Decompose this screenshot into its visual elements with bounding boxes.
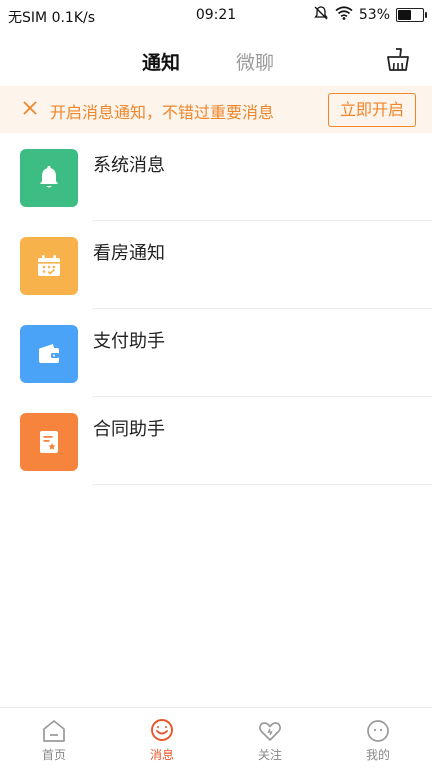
status-bar: 无SIM 0.1K/s 09:21 53%	[0, 0, 432, 30]
tab-notice[interactable]: 通知	[142, 48, 180, 75]
battery-fill	[398, 10, 411, 20]
list-item-payment[interactable]: 支付助手	[0, 309, 432, 397]
list-item-label: 看房通知	[93, 243, 165, 264]
bottom-nav: 首页 消息 关注 我的	[0, 707, 432, 768]
notification-banner: 开启消息通知，不错过重要消息 立即开启	[0, 86, 432, 133]
bell-icon	[20, 149, 78, 207]
close-icon[interactable]	[20, 98, 40, 118]
battery-percent: 53%	[358, 7, 390, 23]
wifi-icon	[335, 6, 353, 24]
nav-home[interactable]: 首页	[0, 708, 108, 768]
message-icon	[149, 718, 175, 744]
nav-label: 消息	[149, 748, 174, 762]
broom-icon[interactable]	[384, 46, 412, 74]
nav-label: 我的	[365, 748, 390, 762]
battery-icon	[396, 8, 427, 22]
tab-chat[interactable]: 微聊	[236, 48, 274, 75]
profile-icon	[365, 718, 391, 744]
list-item-viewing[interactable]: 看房通知	[0, 221, 432, 309]
list-item-label: 支付助手	[93, 331, 165, 352]
list-item-contract[interactable]: 合同助手	[0, 397, 432, 485]
message-list: 系统消息 看房通知 支付助手 合同助手	[0, 133, 432, 485]
divider	[92, 484, 432, 485]
status-right: 53%	[313, 5, 427, 25]
list-item-system[interactable]: 系统消息	[0, 133, 432, 221]
nav-messages[interactable]: 消息	[108, 708, 216, 768]
heart-icon	[257, 718, 283, 744]
list-item-label: 系统消息	[93, 155, 165, 176]
calendar-icon	[20, 237, 78, 295]
mute-icon	[313, 5, 329, 25]
banner-text: 开启消息通知，不错过重要消息	[50, 103, 275, 122]
home-icon	[41, 718, 67, 744]
nav-profile[interactable]: 我的	[324, 708, 432, 768]
nav-label: 首页	[41, 748, 66, 762]
list-item-label: 合同助手	[93, 419, 165, 440]
contract-icon	[20, 413, 78, 471]
header: 通知 微聊	[0, 38, 432, 84]
wallet-icon	[20, 325, 78, 383]
enable-notifications-button[interactable]: 立即开启	[328, 93, 416, 127]
nav-follow[interactable]: 关注	[216, 708, 324, 768]
nav-label: 关注	[257, 748, 282, 762]
